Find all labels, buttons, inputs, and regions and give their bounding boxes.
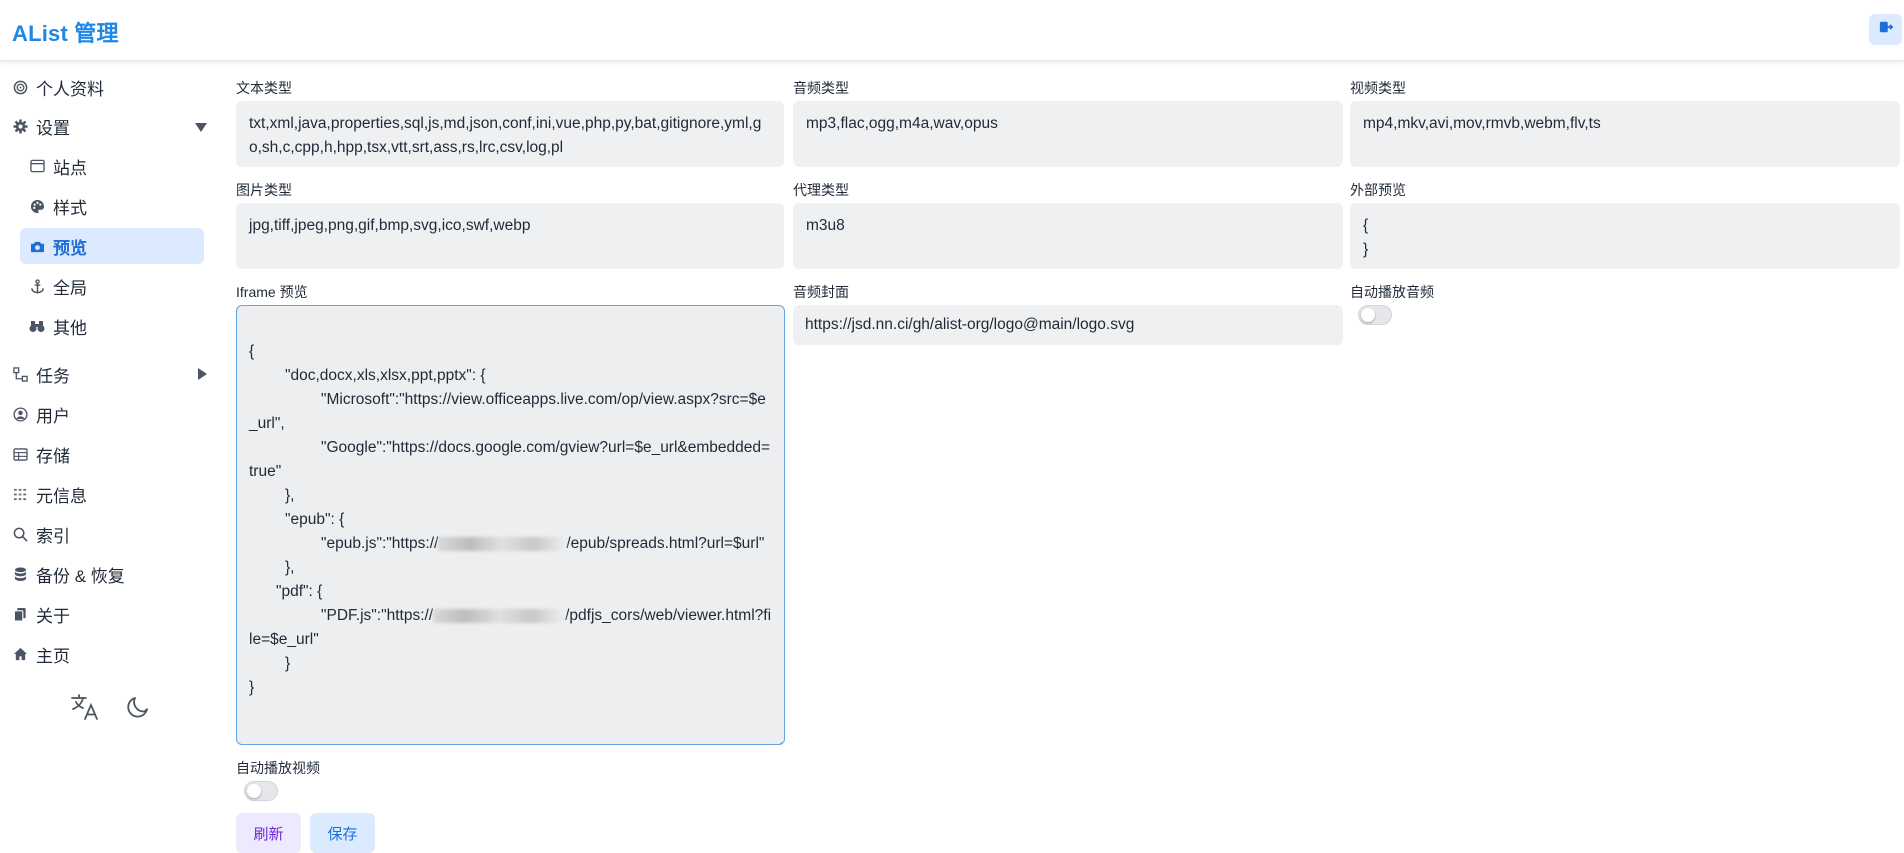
code-line-epub: "epub.js":"https:// /epub/spreads.html?ur… [249, 532, 772, 556]
sidebar-item-style[interactable]: 样式 [20, 188, 204, 224]
redacted-url [433, 608, 566, 623]
iframe-preview-textarea[interactable]: { "doc,docx,xls,xlsx,ppt,pptx": { "Microso… [236, 305, 785, 745]
storage-icon [12, 446, 28, 462]
sidebar-item-global[interactable]: 全局 [20, 268, 204, 304]
sidebar-item-label: 预览 [53, 238, 87, 258]
code-line-pdf: "PDF.js":"https:///pdfjs_cors/web/viewer… [249, 604, 772, 652]
code-segment: "PDF.js":"https:// [321, 607, 434, 624]
code-line: "epub": { [285, 511, 345, 528]
gear-icon [12, 118, 28, 134]
sidebar-item-label: 存储 [36, 446, 70, 466]
external-preview-textarea[interactable]: { } [1350, 203, 1900, 269]
sidebar-item-about[interactable]: 关于 [12, 596, 70, 632]
sidebar-item-profile[interactable]: 个人资料 [12, 69, 104, 105]
palette-icon [29, 198, 45, 214]
external-preview-label: 外部预览 [1350, 182, 1406, 198]
binoculars-icon [29, 318, 45, 334]
logout-icon [1879, 20, 1893, 39]
sidebar-footer [70, 693, 152, 726]
copy-icon [12, 606, 28, 622]
autoplay-video-label: 自动播放视频 [236, 760, 320, 776]
translate-icon[interactable] [70, 693, 100, 726]
sidebar-item-label: 关于 [36, 606, 70, 626]
sidebar-item-label: 用户 [36, 406, 70, 426]
metadata-icon [12, 486, 28, 502]
autoplay-audio-toggle[interactable] [1358, 305, 1392, 325]
camera-icon [29, 238, 45, 254]
sidebar-item-label: 索引 [36, 526, 70, 546]
window-icon [29, 158, 45, 174]
code-line: } [249, 679, 255, 696]
code-line: "Microsoft":"https://view.officeapps.liv… [249, 391, 766, 432]
sidebar-item-label: 设置 [36, 118, 70, 138]
sidebar-item-label: 任务 [36, 366, 70, 386]
sidebar-item-other[interactable]: 其他 [20, 308, 204, 344]
autoplay-video-toggle[interactable] [244, 781, 278, 801]
anchor-icon [29, 278, 45, 294]
audio-types-label: 音频类型 [793, 80, 849, 96]
image-types-textarea[interactable]: jpg,tiff,jpeg,png,gif,bmp,svg,ico,swf,we… [236, 203, 784, 269]
fingerprint-icon [12, 79, 28, 95]
chevron-right-icon [196, 366, 208, 386]
code-line: "Google":"https://docs.google.com/gview?… [249, 439, 771, 480]
code-line: "doc,docx,xls,xlsx,ppt,pptx": { [285, 367, 486, 384]
database-icon [12, 566, 28, 582]
sidebar-item-settings[interactable]: 设置 [12, 108, 208, 144]
sidebar-item-label: 主页 [36, 646, 70, 666]
top-header: AList 管理 [0, 0, 1904, 61]
audio-cover-label: 音频封面 [793, 284, 849, 300]
sidebar-item-tasks[interactable]: 任务 [12, 356, 208, 392]
home-icon [12, 646, 28, 662]
sidebar-item-label: 其他 [53, 318, 87, 338]
sidebar-item-metadata[interactable]: 元信息 [12, 476, 87, 512]
sidebar: 个人资料 设置 站点 样式 预览 全局 其他 任务 用户 存储 元信息 索引 备… [0, 61, 220, 853]
sidebar-item-label: 全局 [53, 278, 87, 298]
audio-types-textarea[interactable]: mp3,flac,ogg,m4a,wav,opus [793, 101, 1343, 167]
text-types-label: 文本类型 [236, 80, 292, 96]
code-line: "pdf": { [276, 583, 323, 600]
autoplay-audio-label: 自动播放音频 [1350, 284, 1434, 300]
sidebar-item-users[interactable]: 用户 [12, 396, 70, 432]
video-types-label: 视频类型 [1350, 80, 1406, 96]
user-circle-icon [12, 406, 28, 422]
sidebar-item-backup-restore[interactable]: 备份 & 恢复 [12, 556, 125, 592]
sidebar-item-index[interactable]: 索引 [12, 516, 70, 552]
sidebar-item-preview[interactable]: 预览 [20, 228, 204, 264]
sidebar-item-label: 元信息 [36, 486, 87, 506]
tasks-icon [12, 366, 28, 382]
image-types-label: 图片类型 [236, 182, 292, 198]
sidebar-item-label: 站点 [53, 158, 87, 178]
resize-handle-icon[interactable] [774, 734, 783, 744]
refresh-button[interactable]: 刷新 [236, 813, 301, 853]
code-segment: /epub/spreads.html?url=$url" [566, 535, 765, 552]
sidebar-item-site[interactable]: 站点 [20, 148, 204, 184]
video-types-textarea[interactable]: mp4,mkv,avi,mov,rmvb,webm,flv,ts [1350, 101, 1900, 167]
save-button[interactable]: 保存 [310, 813, 375, 853]
logout-button[interactable] [1869, 14, 1902, 45]
search-icon [12, 526, 28, 542]
chevron-down-icon [194, 118, 208, 138]
sidebar-item-label: 备份 & 恢复 [36, 566, 125, 586]
proxy-types-label: 代理类型 [793, 182, 849, 198]
proxy-types-textarea[interactable]: m3u8 [793, 203, 1343, 269]
code-segment: "epub.js":"https:// [321, 535, 439, 552]
code-line: }, [285, 559, 295, 576]
sidebar-item-storage[interactable]: 存储 [12, 436, 70, 472]
audio-cover-input[interactable]: https://jsd.nn.ci/gh/alist-org/logo@main… [793, 305, 1343, 345]
app-title: AList 管理 [12, 21, 119, 46]
sidebar-item-home[interactable]: 主页 [12, 636, 70, 672]
code-line: { [249, 343, 255, 360]
sidebar-item-label: 样式 [53, 198, 87, 218]
code-line: }, [285, 487, 295, 504]
text-types-textarea[interactable]: txt,xml,java,properties,sql,js,md,json,c… [236, 101, 784, 167]
code-line: } [285, 655, 291, 672]
moon-icon[interactable] [124, 693, 152, 726]
preview-settings-form: 文本类型 txt,xml,java,properties,sql,js,md,j… [236, 61, 1904, 853]
redacted-url [438, 536, 567, 551]
iframe-preview-label: Iframe 预览 [236, 284, 308, 300]
sidebar-item-label: 个人资料 [36, 79, 104, 99]
